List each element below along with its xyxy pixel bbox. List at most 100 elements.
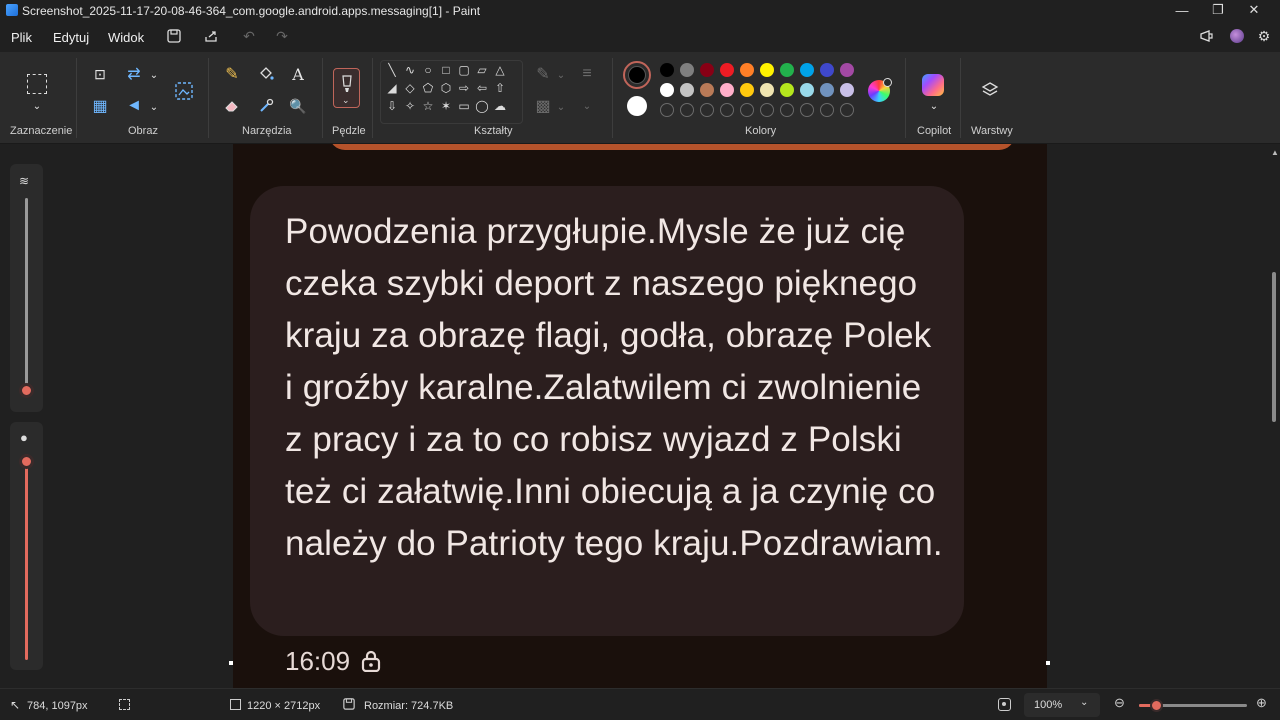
five-point-star-shape-icon[interactable]: ☆ xyxy=(421,99,435,113)
polygon-shape-icon[interactable]: ▱ xyxy=(475,63,489,77)
brush-size-thumb[interactable] xyxy=(19,383,34,398)
custom-color-slot[interactable] xyxy=(760,103,774,117)
palette-color-swatch[interactable] xyxy=(760,63,774,77)
palette-color-swatch[interactable] xyxy=(820,63,834,77)
palette-color-swatch[interactable] xyxy=(680,63,694,77)
shapes-gallery[interactable]: ╲ ∿ ○ □ ▢ ▱ △ ◢ ◇ ⬠ ⬡ ⇨ ⇦ ⇧ ⇩ ✧ ☆ ✶ ▭ ◯ … xyxy=(380,60,523,124)
color-picker-icon[interactable] xyxy=(256,96,276,116)
down-arrow-shape-icon[interactable]: ⇩ xyxy=(385,99,399,113)
up-arrow-shape-icon[interactable]: ⇧ xyxy=(493,81,507,95)
canvas-resize-handle[interactable] xyxy=(229,661,233,665)
right-arrow-shape-icon[interactable]: ⇨ xyxy=(457,81,471,95)
selection-rectangle-icon[interactable] xyxy=(27,74,47,94)
four-point-star-shape-icon[interactable]: ✧ xyxy=(403,99,417,113)
palette-color-swatch[interactable] xyxy=(680,83,694,97)
feedback-icon[interactable] xyxy=(1198,27,1216,45)
palette-color-swatch[interactable] xyxy=(740,83,754,97)
zoom-dropdown[interactable]: 100% ⌄ xyxy=(1024,693,1100,717)
primary-color-button[interactable] xyxy=(623,61,651,89)
resize-icon[interactable]: ⇄ xyxy=(124,64,144,84)
eraser-icon[interactable] xyxy=(222,96,242,116)
scroll-up-arrow-icon[interactable]: ▲ xyxy=(1271,148,1279,157)
rectangle-shape-icon[interactable]: □ xyxy=(439,63,453,77)
palette-color-swatch[interactable] xyxy=(720,63,734,77)
rotate-chevron-down-icon[interactable]: ⌄ xyxy=(144,97,164,117)
zoom-slider-thumb[interactable] xyxy=(1150,699,1163,712)
menu-edit[interactable]: Edytuj xyxy=(53,30,89,45)
account-avatar-icon[interactable] xyxy=(1228,27,1246,45)
fit-to-window-icon[interactable] xyxy=(998,698,1011,711)
palette-color-swatch[interactable] xyxy=(720,83,734,97)
rect-callout-shape-icon[interactable]: ▭ xyxy=(457,99,471,113)
diamond-shape-icon[interactable]: ◇ xyxy=(403,81,417,95)
curve-shape-icon[interactable]: ∿ xyxy=(403,63,417,77)
vertical-scrollbar[interactable]: ▲ xyxy=(1268,144,1280,688)
palette-color-swatch[interactable] xyxy=(800,63,814,77)
custom-color-slot[interactable] xyxy=(700,103,714,117)
cloud-callout-shape-icon[interactable]: ☁ xyxy=(493,99,507,113)
settings-gear-icon[interactable]: ⚙ xyxy=(1255,27,1273,45)
custom-color-slot[interactable] xyxy=(800,103,814,117)
rounded-rectangle-shape-icon[interactable]: ▢ xyxy=(457,63,471,77)
menu-view[interactable]: Widok xyxy=(108,30,144,45)
custom-color-slot[interactable] xyxy=(840,103,854,117)
save-icon[interactable] xyxy=(165,27,183,45)
rotate-icon[interactable]: ◄ xyxy=(124,96,144,116)
opacity-track[interactable] xyxy=(25,454,28,660)
oval-shape-icon[interactable]: ○ xyxy=(421,63,435,77)
hexagon-shape-icon[interactable]: ⬡ xyxy=(439,81,453,95)
size-chevron-down-icon[interactable]: ⌄ xyxy=(577,96,597,116)
palette-color-swatch[interactable] xyxy=(740,63,754,77)
custom-color-slot[interactable] xyxy=(720,103,734,117)
resize-chevron-down-icon[interactable]: ⌄ xyxy=(144,65,164,85)
opacity-thumb[interactable] xyxy=(19,454,34,469)
drawing-canvas[interactable]: Powodzenia przygłupie.Mysle że już cię c… xyxy=(233,144,1047,688)
palette-color-swatch[interactable] xyxy=(700,83,714,97)
palette-color-swatch[interactable] xyxy=(820,83,834,97)
custom-color-slot[interactable] xyxy=(660,103,674,117)
palette-color-swatch[interactable] xyxy=(840,63,854,77)
image-effects-icon[interactable] xyxy=(173,80,195,102)
right-triangle-shape-icon[interactable]: ◢ xyxy=(385,81,399,95)
palette-color-swatch[interactable] xyxy=(780,83,794,97)
custom-color-slot[interactable] xyxy=(820,103,834,117)
outline-icon[interactable]: ✎ xyxy=(533,64,553,84)
fill-chevron-down-icon[interactable]: ⌄ xyxy=(551,97,571,117)
pentagon-shape-icon[interactable]: ⬠ xyxy=(421,81,435,95)
palette-color-swatch[interactable] xyxy=(780,63,794,77)
copilot-chevron-down-icon[interactable]: ⌄ xyxy=(924,96,944,116)
custom-color-slot[interactable] xyxy=(680,103,694,117)
size-icon[interactable]: ≡ xyxy=(577,64,597,84)
custom-color-slot[interactable] xyxy=(780,103,794,117)
restore-button[interactable]: ❐ xyxy=(1198,0,1238,20)
secondary-color-swatch[interactable] xyxy=(627,96,647,116)
copilot-icon[interactable] xyxy=(922,74,944,96)
custom-color-slot[interactable] xyxy=(740,103,754,117)
six-point-star-shape-icon[interactable]: ✶ xyxy=(439,99,453,113)
close-button[interactable]: ✕ xyxy=(1234,0,1274,20)
zoom-out-icon[interactable]: ⊖ xyxy=(1114,695,1125,711)
triangle-shape-icon[interactable]: △ xyxy=(493,63,507,77)
magnifier-icon[interactable]: 🔍 xyxy=(288,96,308,116)
fill-bucket-icon[interactable] xyxy=(256,64,276,84)
palette-color-swatch[interactable] xyxy=(760,83,774,97)
share-icon[interactable] xyxy=(202,27,220,45)
oval-callout-shape-icon[interactable]: ◯ xyxy=(475,99,489,113)
undo-icon[interactable]: ↶ xyxy=(240,27,258,45)
brush-size-track[interactable] xyxy=(25,198,28,388)
palette-color-swatch[interactable] xyxy=(800,83,814,97)
palette-color-swatch[interactable] xyxy=(660,83,674,97)
line-shape-icon[interactable]: ╲ xyxy=(385,63,399,77)
text-tool-icon[interactable]: A xyxy=(288,64,308,84)
zoom-in-icon[interactable]: ⊕ xyxy=(1256,695,1267,711)
edit-colors-icon[interactable] xyxy=(868,78,892,102)
pencil-icon[interactable]: ✎ xyxy=(222,64,242,84)
scrollbar-thumb[interactable] xyxy=(1272,272,1276,422)
layers-icon[interactable] xyxy=(980,80,1000,100)
outline-chevron-down-icon[interactable]: ⌄ xyxy=(551,65,571,85)
palette-color-swatch[interactable] xyxy=(660,63,674,77)
palette-color-swatch[interactable] xyxy=(840,83,854,97)
brushes-button[interactable]: ⌄ xyxy=(333,68,360,108)
minimize-button[interactable]: — xyxy=(1162,0,1202,20)
menu-file[interactable]: Plik xyxy=(11,30,32,45)
